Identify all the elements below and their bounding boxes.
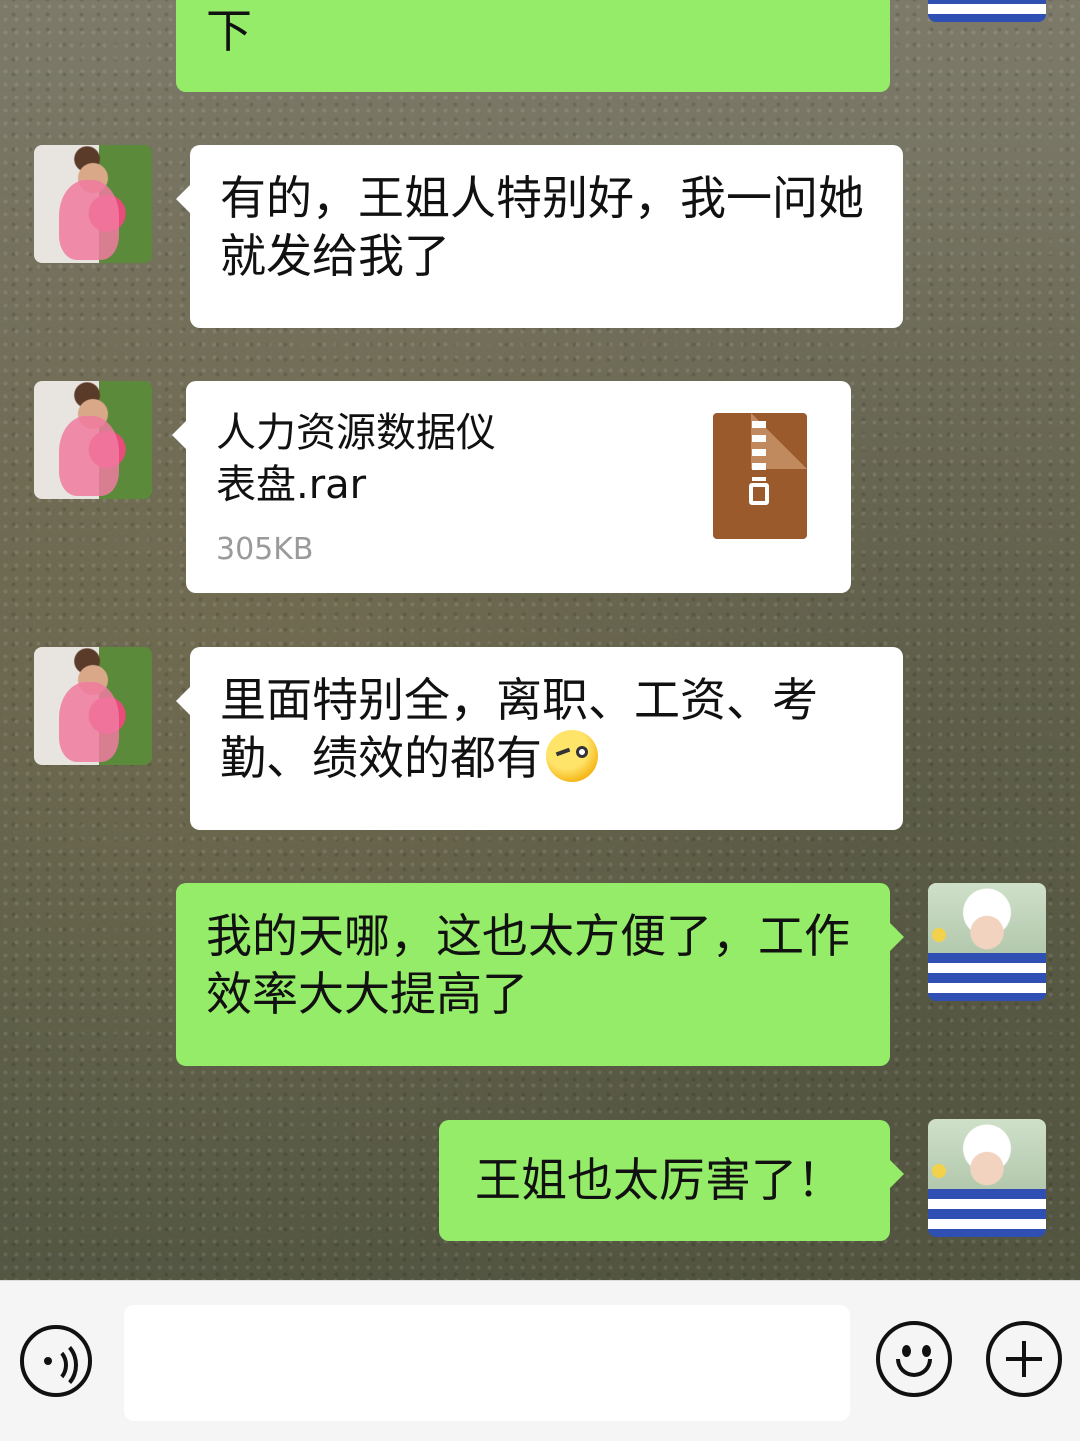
message-text: 下: [206, 4, 252, 58]
zip-file-icon: [713, 413, 807, 539]
avatar-self[interactable]: [928, 883, 1046, 1001]
message-bubble-received[interactable]: 里面特别全，离职、工资、考勤、绩效的都有: [176, 647, 903, 830]
avatar-contact[interactable]: [34, 145, 152, 263]
emoji-icon[interactable]: [876, 1321, 952, 1397]
message-bubble-sent[interactable]: 王姐也太厉害了！: [439, 1120, 904, 1241]
message-input[interactable]: [124, 1305, 850, 1421]
input-bar: [0, 1280, 1080, 1441]
wink-face-emoji-icon: [546, 730, 598, 782]
file-message-bubble[interactable]: 人力资源数据仪表盘.rar 305KB: [172, 381, 851, 593]
avatar-self[interactable]: [928, 1119, 1046, 1237]
message-bubble-sent[interactable]: 下: [176, 0, 890, 92]
message-text: 王姐也太厉害了！: [475, 1153, 843, 1207]
voice-icon[interactable]: [20, 1325, 92, 1397]
message-bubble-received[interactable]: 有的，王姐人特别好，我一问她就发给我了: [176, 145, 903, 328]
chat-message-list[interactable]: 下 有的，王姐人特别好，我一问她就发给我了 人力资源数据仪表盘.rar 305K…: [0, 0, 1080, 1280]
message-text: 有的，王姐人特别好，我一问她就发给我了: [220, 171, 864, 283]
avatar-contact[interactable]: [34, 647, 152, 765]
message-text: 我的天哪，这也太方便了，工作效率大大提高了: [206, 909, 850, 1021]
avatar-self[interactable]: [928, 0, 1046, 22]
file-name: 人力资源数据仪表盘.rar: [216, 410, 496, 508]
avatar-contact[interactable]: [34, 381, 152, 499]
plus-icon[interactable]: [986, 1321, 1062, 1397]
message-bubble-sent[interactable]: 我的天哪，这也太方便了，工作效率大大提高了: [176, 883, 904, 1066]
message-text: 里面特别全，离职、工资、考勤、绩效的都有: [220, 673, 818, 785]
